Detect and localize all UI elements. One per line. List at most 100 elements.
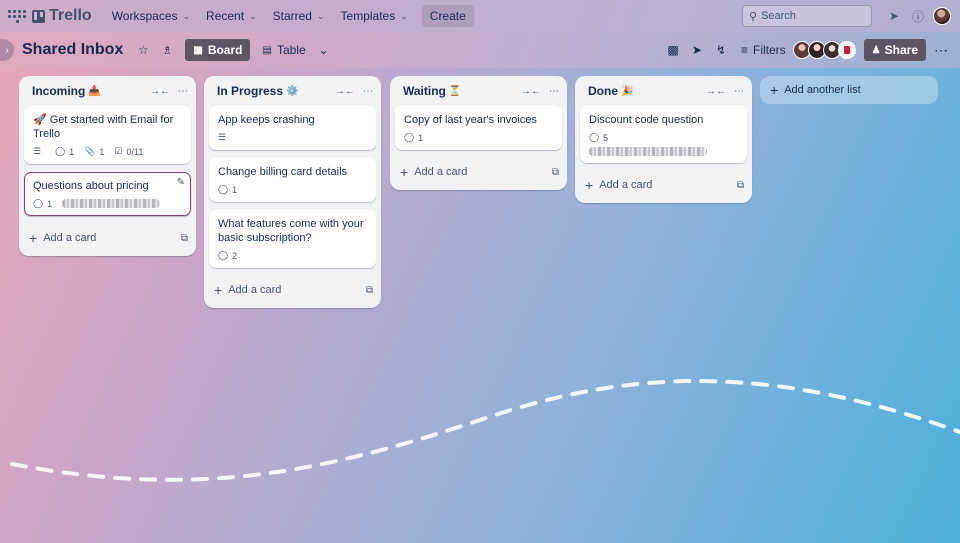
card[interactable]: 🚀 Get started with Email for Trello ☰ ◯ 1… — [24, 106, 191, 164]
search-box[interactable]: ⚲ — [742, 5, 872, 27]
help-icon[interactable]: ⓘ — [908, 6, 928, 26]
card-template-icon[interactable]: ⧉ — [366, 285, 373, 296]
comments-count: 1 — [69, 146, 75, 157]
card-badges: ◯ 5 — [589, 132, 738, 143]
comments-count: 1 — [47, 198, 53, 209]
card-title: Discount code question — [589, 114, 704, 126]
plus-icon: + — [400, 164, 409, 180]
collapse-list-icon[interactable]: →← — [150, 86, 170, 97]
add-card-button[interactable]: + Add a card ⧉ — [390, 158, 567, 186]
add-list-button[interactable]: + Add another list — [760, 76, 938, 104]
add-card-button[interactable]: + Add a card ⧉ — [19, 224, 196, 252]
filters-button[interactable]: ≡ Filters — [741, 43, 786, 57]
list-done: Done 🎉 →← ⋯ Discount code question ◯ 5 + … — [575, 76, 752, 203]
paperclip-icon: 📎 — [84, 146, 96, 156]
card-template-icon[interactable]: ⧉ — [552, 167, 559, 178]
card-title: What features come with your basic subsc… — [218, 218, 364, 244]
comments-count: 5 — [603, 132, 609, 143]
card-title: Questions about pricing — [33, 180, 149, 192]
blurred-sender — [62, 199, 161, 208]
card-title: 🚀 Get started with Email for Trello — [33, 114, 174, 140]
comments-count: 1 — [232, 184, 238, 195]
edit-card-icon[interactable]: ✎ — [177, 177, 185, 188]
comment-icon: ◯ — [218, 184, 229, 194]
nav-menu-recent[interactable]: Recent ⌄ — [198, 4, 265, 28]
add-card-button[interactable]: + Add a card ⧉ — [204, 276, 381, 304]
add-card-label: Add a card — [43, 232, 97, 244]
table-view-button[interactable]: ▤ Table — [254, 39, 313, 61]
list-incoming: Incoming 📥 →← ⋯ 🚀 Get started with Email… — [19, 76, 196, 256]
card-title: Copy of last year's invoices — [404, 114, 537, 126]
list-menu-icon[interactable]: ⋯ — [178, 86, 188, 97]
chevron-down-icon: ⌄ — [316, 10, 325, 21]
card-badges: ◯ 2 — [218, 250, 367, 261]
card[interactable]: Discount code question ◯ 5 — [580, 106, 747, 163]
megaphone-icon[interactable]: ➤ — [884, 6, 904, 26]
list-header[interactable]: Incoming 📥 →← ⋯ — [19, 76, 196, 106]
more-views-chevron-icon[interactable]: ⌄ — [314, 40, 334, 60]
board-view-button[interactable]: ▦ Board — [185, 39, 251, 61]
board-menu-button[interactable]: ⋯ — [930, 39, 952, 61]
comment-icon: ◯ — [55, 146, 66, 156]
comment-icon: ◯ — [404, 132, 415, 142]
comment-icon: ◯ — [218, 250, 229, 260]
list-header[interactable]: Waiting ⏳ →← ⋯ — [390, 76, 567, 106]
plus-icon: + — [29, 230, 38, 246]
star-icon[interactable]: ☆ — [133, 40, 153, 60]
plus-icon: + — [770, 82, 779, 98]
list-header[interactable]: Done 🎉 →← ⋯ — [575, 76, 752, 106]
collapse-list-icon[interactable]: →← — [521, 86, 541, 97]
card-template-icon[interactable]: ⧉ — [181, 233, 188, 244]
app-switcher-icon[interactable] — [8, 7, 26, 25]
add-list-label: Add another list — [784, 84, 861, 96]
list-title[interactable]: Incoming — [32, 84, 85, 98]
checklist-badge: ☑ 0/11 — [114, 146, 143, 157]
card[interactable]: Copy of last year's invoices ◯ 1 — [395, 106, 562, 150]
lightning-icon[interactable]: ↯ — [711, 40, 731, 60]
list-menu-icon[interactable]: ⋯ — [549, 86, 559, 97]
share-button[interactable]: ♟ Share — [863, 39, 926, 61]
card-badges: ☰ ◯ 1 📎 1 ☑ 0/11 — [33, 146, 182, 157]
list-in-progress: In Progress ⚙️ →← ⋯ App keeps crashing ☰… — [204, 76, 381, 308]
automation-icon[interactable]: ➤ — [687, 40, 707, 60]
comments-badge: ◯ 5 — [589, 132, 608, 143]
list-title[interactable]: Waiting — [403, 84, 446, 98]
nav-menu-starred[interactable]: Starred ⌄ — [265, 4, 333, 28]
list-menu-icon[interactable]: ⋯ — [363, 86, 373, 97]
nav-menu-workspaces[interactable]: Workspaces ⌄ — [104, 4, 198, 28]
card[interactable]: Questions about pricing ✎ ◯ 1 — [24, 172, 191, 216]
workspace-visibility-icon[interactable]: ♗ — [157, 40, 177, 60]
collapse-list-icon[interactable]: →← — [335, 86, 355, 97]
trello-logo[interactable]: Trello — [32, 7, 92, 25]
card-title: Change billing card details — [218, 166, 348, 178]
expand-sidebar-button[interactable]: › — [0, 39, 14, 61]
top-nav: Trello Workspaces ⌄ Recent ⌄ Starred ⌄ Temp… — [0, 0, 960, 32]
comments-badge: ◯ 1 — [33, 198, 52, 209]
table-view-icon: ▤ — [262, 44, 272, 56]
search-input[interactable] — [761, 10, 862, 22]
board-title[interactable]: Shared Inbox — [22, 41, 123, 59]
board-view-icon: ▦ — [193, 44, 203, 56]
create-button[interactable]: Create — [421, 5, 474, 27]
list-title[interactable]: Done — [588, 84, 618, 98]
account-avatar[interactable] — [932, 6, 952, 26]
nav-menu-label: Recent — [206, 9, 245, 23]
list-header[interactable]: In Progress ⚙️ →← ⋯ — [204, 76, 381, 106]
card[interactable]: Change billing card details ◯ 1 — [209, 158, 376, 202]
card-template-icon[interactable]: ⧉ — [737, 180, 744, 191]
list-menu-icon[interactable]: ⋯ — [734, 86, 744, 97]
share-label: Share — [884, 43, 918, 57]
attachments-count: 1 — [99, 146, 105, 157]
collapse-list-icon[interactable]: →← — [706, 86, 726, 97]
card[interactable]: What features come with your basic subsc… — [209, 210, 376, 268]
card[interactable]: App keeps crashing ☰ — [209, 106, 376, 150]
comment-icon: ◯ — [589, 132, 600, 142]
board-members[interactable] — [792, 41, 856, 59]
nav-menu-label: Workspaces — [111, 9, 178, 23]
add-card-button[interactable]: + Add a card ⧉ — [575, 171, 752, 199]
member-avatar[interactable] — [837, 41, 856, 59]
attachments-badge: 📎 1 — [84, 146, 104, 157]
nav-menu-templates[interactable]: Templates ⌄ — [333, 4, 416, 28]
list-title[interactable]: In Progress — [217, 84, 283, 98]
power-ups-icon[interactable]: ▩ — [663, 40, 683, 60]
